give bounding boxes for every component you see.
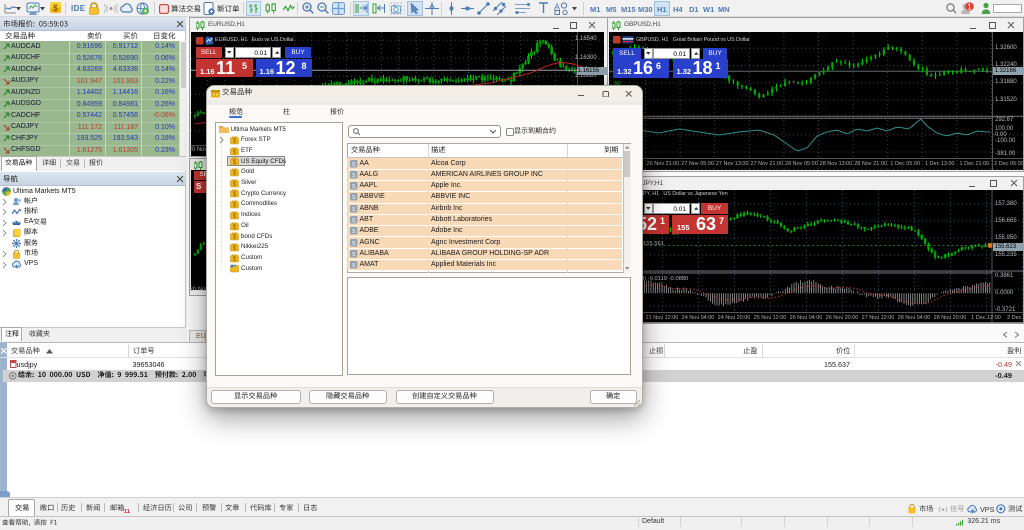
svg-text:S: S — [351, 162, 355, 168]
svg-text:S: S — [351, 207, 355, 213]
svg-text:S: S — [351, 184, 355, 190]
svg-text:S: S — [351, 241, 355, 247]
svg-text:S: S — [351, 263, 355, 269]
svg-text:1: 1 — [967, 3, 972, 12]
svg-text:S: S — [351, 252, 355, 258]
svg-text:S: S — [351, 173, 355, 179]
svg-text:S: S — [351, 229, 355, 235]
svg-text:$: $ — [53, 3, 58, 13]
svg-text:S: S — [351, 218, 355, 224]
svg-text:S: S — [351, 195, 355, 201]
